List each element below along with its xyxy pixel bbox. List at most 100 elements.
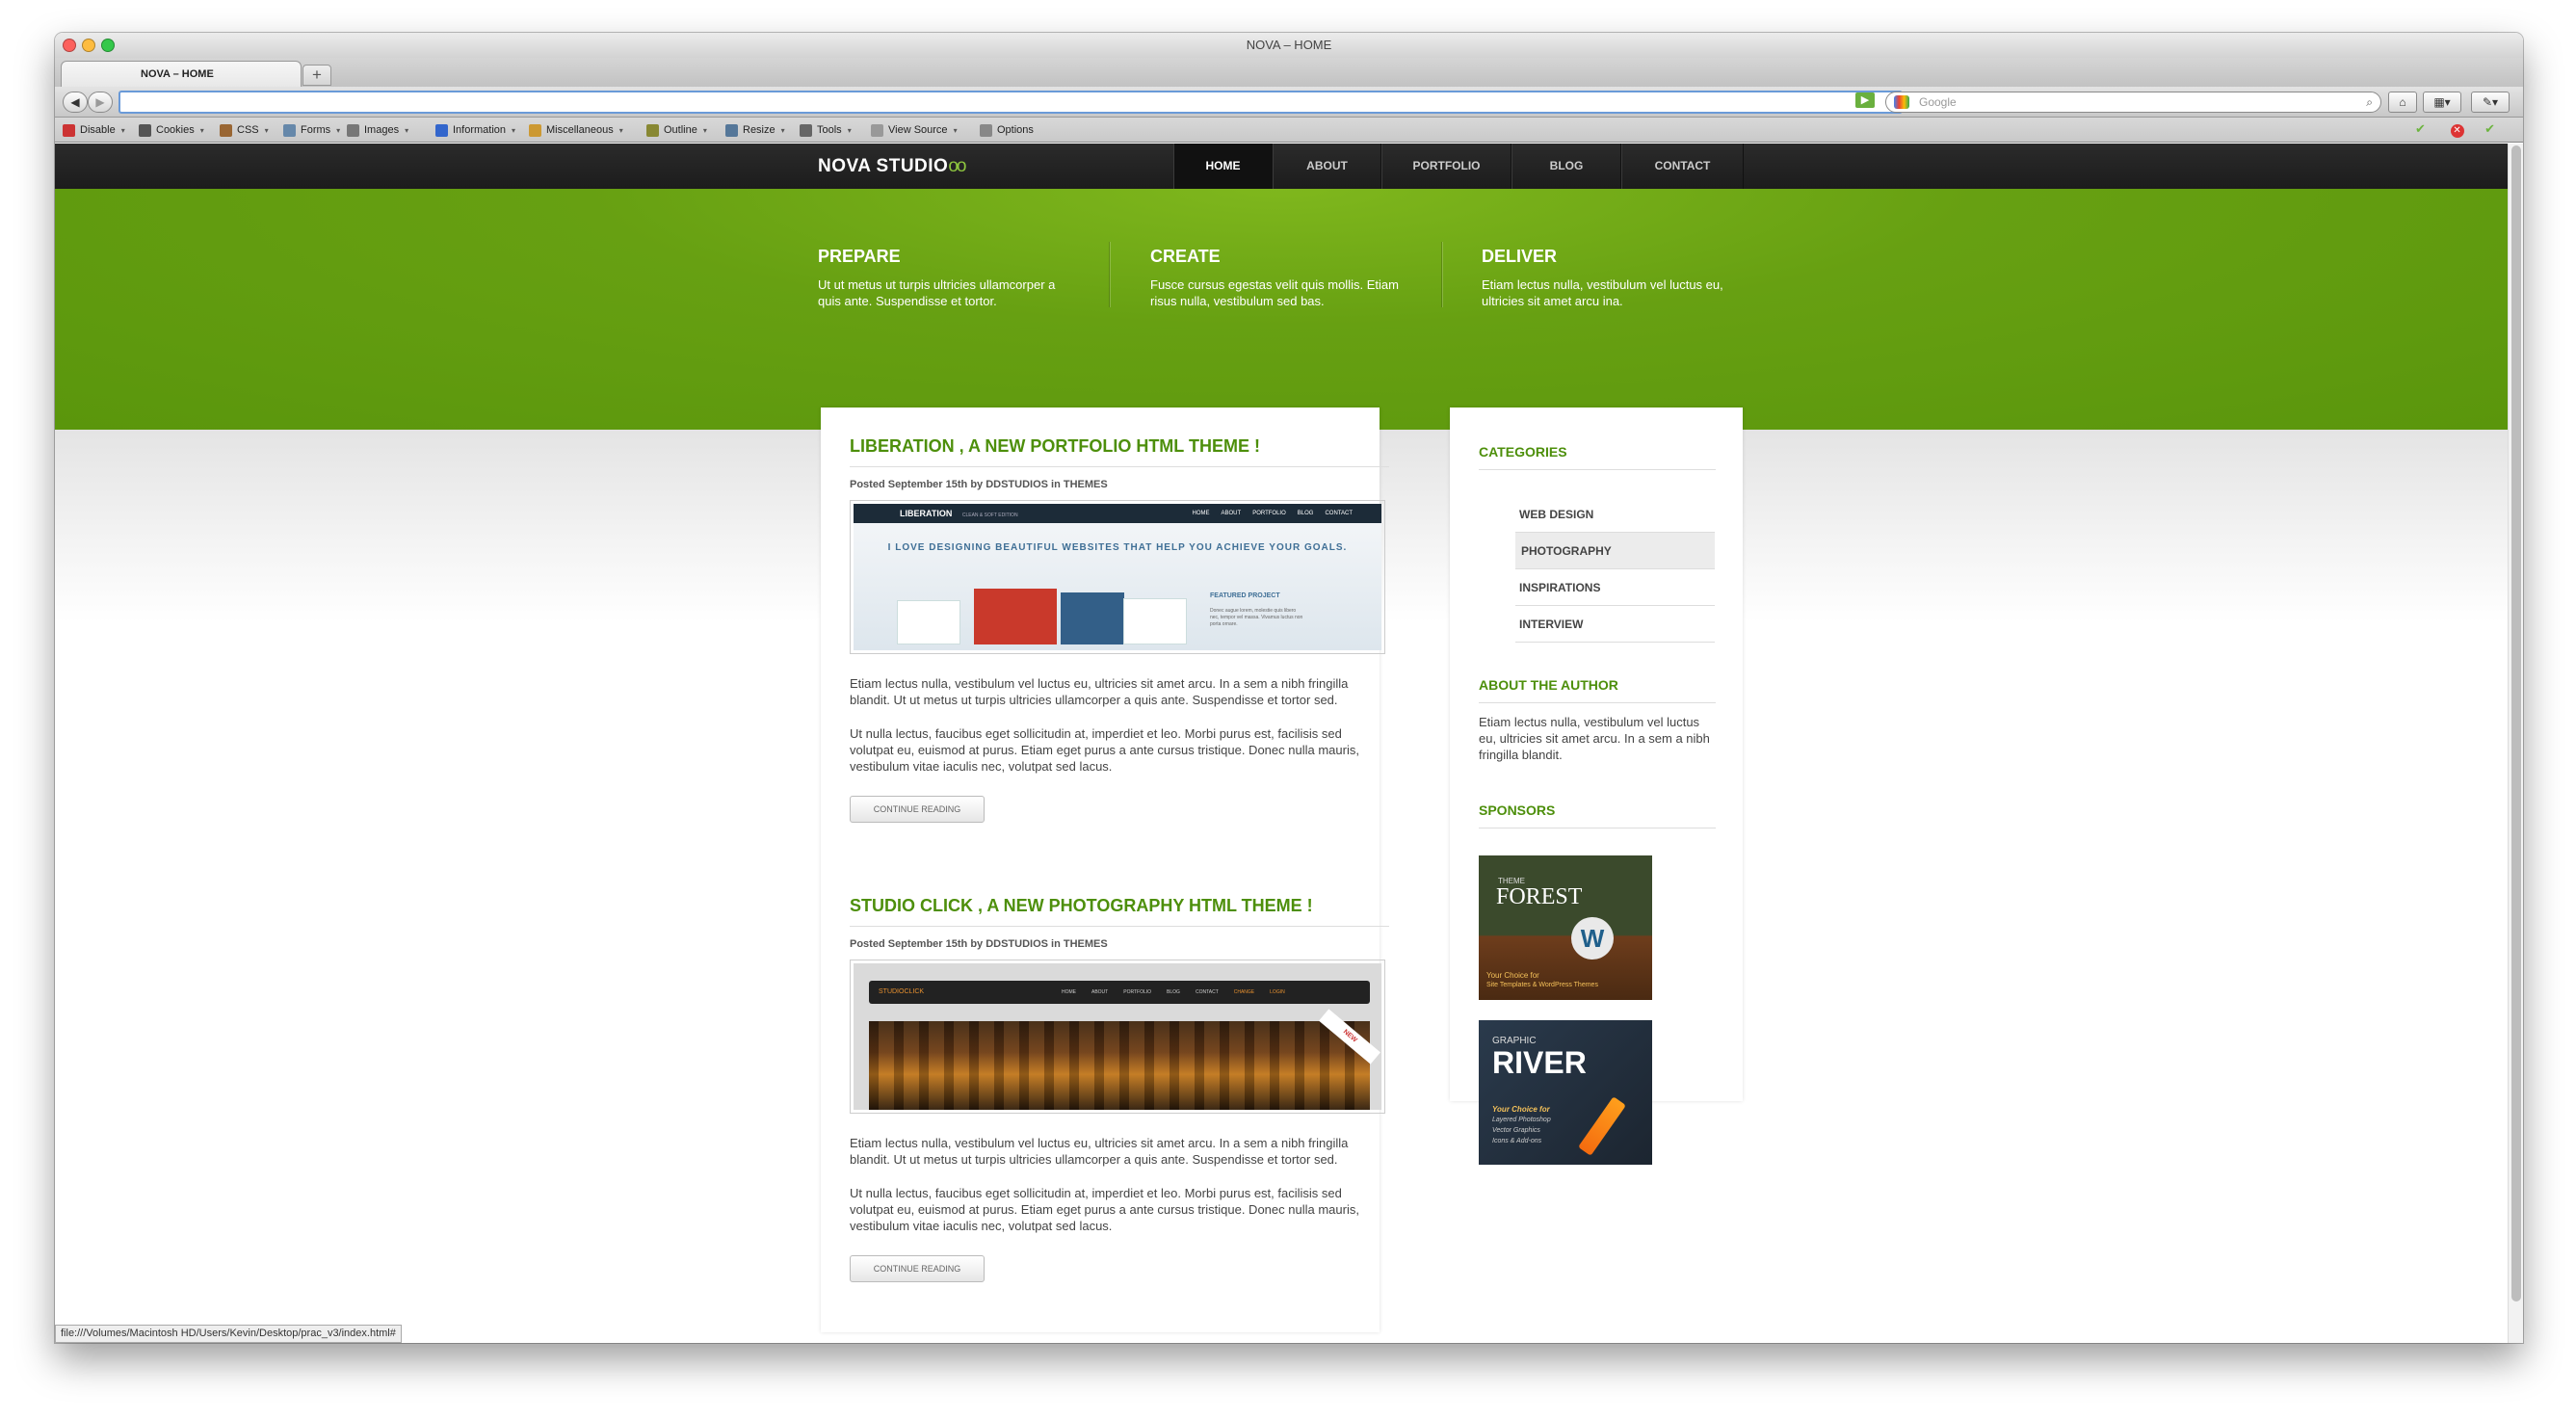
status-bar: file:///Volumes/Macintosh HD/Users/Kevin… bbox=[55, 1325, 402, 1343]
devtool-label: CSS bbox=[237, 124, 259, 136]
post-thumbnail[interactable]: LIBERATION CLEAN & SOFT EDITION HOME ABOU… bbox=[850, 500, 1385, 654]
devtool-label: Images bbox=[364, 124, 400, 136]
hero-banner: PREPARE Ut ut metus ut turpis ultricies u… bbox=[55, 189, 2508, 430]
miscellaneous-icon bbox=[529, 123, 541, 137]
devtool-css-menu[interactable]: CSS ▾ bbox=[220, 118, 269, 144]
nav-home[interactable]: HOME bbox=[1173, 144, 1273, 189]
dropdown-arrow-icon: ▾ bbox=[780, 126, 785, 135]
feature-text: Etiam lectus nulla, vestibulum vel luctu… bbox=[1482, 277, 1723, 308]
sponsor-themeforest[interactable]: THEME FOREST W Your Choice for Site Temp… bbox=[1479, 855, 1652, 1000]
dropdown-arrow-icon: ▾ bbox=[618, 126, 623, 135]
minimize-window-button[interactable] bbox=[82, 39, 95, 52]
forms-icon bbox=[283, 123, 296, 137]
tab-home[interactable]: NOVA – HOME bbox=[61, 61, 302, 87]
category-interview[interactable]: INTERVIEW bbox=[1515, 606, 1715, 643]
toolbar-status-icons: ✔ ✕ ✔ bbox=[2415, 121, 2495, 138]
url-field[interactable] bbox=[118, 91, 1903, 114]
site-logo[interactable]: NOVA STUDIOoo bbox=[818, 156, 967, 177]
nav-blog[interactable]: BLOG bbox=[1511, 144, 1621, 189]
category-inspirations[interactable]: INSPIRATIONS bbox=[1515, 569, 1715, 606]
devtool-label: Outline bbox=[664, 124, 697, 136]
feature-divider bbox=[1109, 242, 1110, 307]
addons-button[interactable]: ✎▾ bbox=[2471, 92, 2510, 113]
devtool-disable-menu[interactable]: Disable ▾ bbox=[63, 118, 125, 144]
sponsor-line: Layered Photoshop bbox=[1492, 1117, 1551, 1123]
sidebar: CATEGORIES ABOUT THE AUTHOR Etiam lectus… bbox=[1450, 408, 1743, 1165]
dropdown-arrow-icon: ▾ bbox=[120, 126, 125, 135]
feature-text: Fusce cursus egestas velit quis mollis. … bbox=[1150, 277, 1399, 308]
liberation-shot-nav: HOME ABOUT PORTFOLIO BLOG CONTACT bbox=[1181, 504, 1353, 523]
feature-title: CREATE bbox=[1150, 247, 1221, 266]
blog-post: LIBERATION , A NEW PORTFOLIO HTML THEME … bbox=[850, 436, 1389, 823]
post-excerpt: Ut nulla lectus, faucibus eget sollicitu… bbox=[850, 726, 1359, 774]
page-viewport: NOVA STUDIOoo HOME ABOUT PORTFOLIO BLOG CONT… bbox=[55, 144, 2508, 1343]
forward-button[interactable]: ▶ bbox=[88, 92, 113, 113]
blog-post: STUDIO CLICK , A NEW PHOTOGRAPHY HTML TH… bbox=[850, 896, 1389, 1282]
devtool-outline-menu[interactable]: Outline ▾ bbox=[646, 118, 707, 144]
continue-reading-button[interactable]: CONTINUE READING bbox=[850, 1255, 985, 1282]
zoom-window-button[interactable] bbox=[101, 39, 115, 52]
studioclick-shot-nav: HOME ABOUT PORTFOLIO BLOG CONTACT CHANGE LOGIN bbox=[1046, 981, 1285, 1004]
search-field[interactable]: Google ⌕ bbox=[1885, 92, 2381, 113]
shot-nav-item: BLOG bbox=[1297, 511, 1314, 516]
devtool-miscellaneous-menu[interactable]: Miscellaneous ▾ bbox=[529, 118, 623, 144]
devtool-view-source-menu[interactable]: View Source ▾ bbox=[871, 118, 958, 144]
post-thumbnail[interactable]: STUDIOCLICK HOME ABOUT PORTFOLIO BLOG CONTAC… bbox=[850, 960, 1385, 1114]
devtool-options-menu[interactable]: Options bbox=[980, 118, 1034, 143]
devtool-cookies-menu[interactable]: Cookies ▾ bbox=[139, 118, 204, 144]
devtool-label: Disable bbox=[80, 124, 116, 136]
nav-about[interactable]: ABOUT bbox=[1273, 144, 1381, 189]
post-excerpt: Etiam lectus nulla, vestibulum vel luctu… bbox=[850, 1136, 1349, 1167]
devtool-tools-menu[interactable]: Tools ▾ bbox=[800, 118, 852, 144]
liberation-brand-sub: CLEAN & SOFT EDITION bbox=[961, 513, 1018, 518]
shot-nav-item: CHANGE bbox=[1233, 989, 1255, 995]
error-icon[interactable]: ✕ bbox=[2450, 124, 2464, 138]
devtool-label: Cookies bbox=[156, 124, 195, 136]
author-heading: ABOUT THE AUTHOR bbox=[1479, 677, 1716, 703]
plus-icon: + bbox=[312, 66, 322, 84]
close-window-button[interactable] bbox=[63, 39, 76, 52]
nav-contact[interactable]: CONTACT bbox=[1621, 144, 1744, 189]
shot-nav-item: ABOUT bbox=[1091, 989, 1109, 995]
new-tab-button[interactable]: + bbox=[302, 65, 331, 86]
feature-title: DELIVER bbox=[1482, 247, 1558, 266]
devtool-resize-menu[interactable]: Resize ▾ bbox=[725, 118, 785, 144]
liberation-featured: FEATURED PROJECT bbox=[1210, 592, 1280, 599]
magnifier-icon: ⌕ bbox=[2366, 95, 2373, 109]
logo-mark: oo bbox=[948, 156, 966, 176]
post-title[interactable]: LIBERATION , A NEW PORTFOLIO HTML THEME … bbox=[850, 436, 1389, 467]
vertical-scrollbar[interactable] bbox=[2508, 144, 2523, 1343]
nav-portfolio[interactable]: PORTFOLIO bbox=[1381, 144, 1511, 189]
navigation-toolbar: ◀ ▶ ▶ Google ⌕ ⌂ ▦▾ ✎▾ bbox=[55, 87, 2523, 118]
feature-divider bbox=[1441, 242, 1442, 307]
devtool-label: Miscellaneous bbox=[546, 124, 614, 136]
liberation-tagline: I LOVE DESIGNING BEAUTIFUL WEBSITES THAT… bbox=[887, 542, 1348, 553]
liberation-featured-text: Donec augue lorem, molestie quis libero … bbox=[1210, 608, 1303, 627]
cookies-icon bbox=[139, 123, 151, 137]
scrollbar-thumb[interactable] bbox=[2511, 145, 2521, 1302]
feature-prepare: PREPARE Ut ut metus ut turpis ultricies u… bbox=[818, 247, 1078, 309]
tools-icon bbox=[800, 123, 812, 137]
home-button[interactable]: ⌂ bbox=[2388, 92, 2417, 113]
tab-label: NOVA – HOME bbox=[141, 68, 214, 80]
continue-reading-button[interactable]: CONTINUE READING bbox=[850, 796, 985, 823]
devtool-information-menu[interactable]: Information ▾ bbox=[435, 118, 515, 144]
feature-text: Ut ut metus ut turpis ultricies ullamcor… bbox=[818, 277, 1056, 308]
devtool-forms-menu[interactable]: Forms ▾ bbox=[283, 118, 340, 144]
feature-title: PREPARE bbox=[818, 247, 901, 266]
studioclick-shot-header: STUDIOCLICK HOME ABOUT PORTFOLIO BLOG CONTAC… bbox=[869, 981, 1370, 1004]
author-text: Etiam lectus nulla, vestibulum vel luctu… bbox=[1479, 715, 1710, 762]
devtool-images-menu[interactable]: Images ▾ bbox=[347, 118, 408, 144]
category-photography[interactable]: PHOTOGRAPHY bbox=[1515, 533, 1715, 569]
sponsor-graphicriver[interactable]: GRAPHIC RIVER Your Choice for Layered Ph… bbox=[1479, 1020, 1652, 1165]
dropdown-arrow-icon: ▾ bbox=[264, 126, 269, 135]
sponsor-line: Your Choice for bbox=[1492, 1105, 1550, 1114]
dropdown-arrow-icon: ▾ bbox=[199, 126, 204, 135]
addons-icon: ✎▾ bbox=[2482, 95, 2499, 109]
category-web-design[interactable]: WEB DESIGN bbox=[1515, 496, 1715, 533]
back-button[interactable]: ◀ bbox=[63, 92, 88, 113]
categories-heading: CATEGORIES bbox=[1479, 444, 1716, 470]
go-button[interactable]: ▶ bbox=[1855, 92, 1875, 108]
bookmarks-button[interactable]: ▦▾ bbox=[2423, 92, 2461, 113]
post-title[interactable]: STUDIO CLICK , A NEW PHOTOGRAPHY HTML TH… bbox=[850, 896, 1389, 927]
